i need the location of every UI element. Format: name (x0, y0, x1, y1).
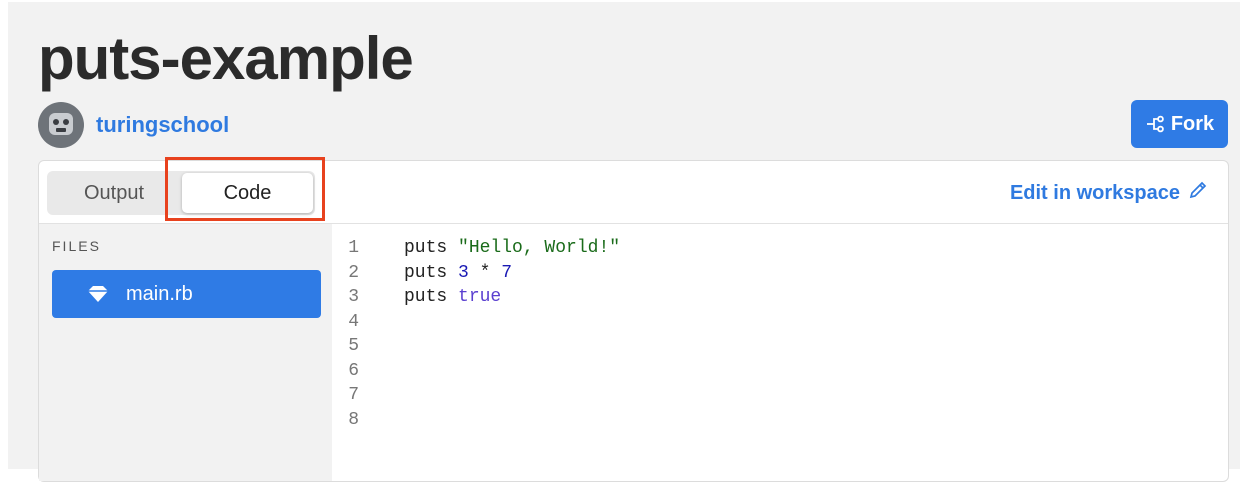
avatar[interactable] (38, 102, 84, 148)
file-sidebar: FILES main.rb (39, 224, 332, 481)
code-token: puts (404, 287, 459, 307)
line-number: 6 (348, 360, 359, 381)
files-heading: FILES (52, 238, 101, 254)
code-token: puts (404, 238, 459, 258)
code-token: * (468, 262, 502, 283)
line-number: 3 (348, 287, 359, 307)
code-token: "Hello, World!" (458, 238, 621, 258)
code-line: 6 (332, 359, 404, 383)
line-number: 4 (348, 311, 359, 332)
code-line: 5 (332, 334, 404, 358)
line-number: 7 (348, 385, 359, 405)
code-line: 1 puts "Hello, World!" (332, 236, 620, 260)
code-token: 7 (501, 262, 513, 283)
code-line: 2 puts 3 * 7 (332, 261, 512, 285)
line-number: 1 (348, 238, 359, 258)
fork-label: Fork (1170, 112, 1215, 135)
owner-link[interactable]: turingschool (96, 112, 229, 138)
code-panel: Output Code Edit in workspace FILES main… (38, 157, 1229, 482)
code-line: 8 (332, 408, 404, 432)
code-line: 4 (332, 310, 404, 334)
code-token: puts (404, 262, 459, 283)
line-number: 2 (348, 262, 359, 283)
tab-output[interactable]: Output (49, 173, 179, 213)
file-name: main.rb (126, 282, 193, 305)
code-token: true (458, 287, 502, 307)
code-line: 7 (332, 383, 404, 407)
robot-icon (49, 113, 73, 135)
pencil-icon (1188, 180, 1208, 206)
file-item-main-rb[interactable]: main.rb (52, 270, 321, 318)
page: puts-example turingschool Fork Output Co… (8, 2, 1240, 482)
line-number: 5 (348, 336, 359, 356)
code-line: 3 puts true (332, 285, 501, 309)
line-number: 8 (348, 409, 359, 430)
edit-label: Edit in workspace (1009, 181, 1180, 204)
edit-in-workspace-link[interactable]: Edit in workspace (1010, 180, 1208, 206)
fork-button[interactable]: Fork (1131, 100, 1228, 148)
code-editor[interactable]: 1 puts "Hello, World!" 2 puts 3 * 7 3 puts tr… (332, 224, 1228, 481)
ruby-icon (88, 286, 108, 302)
page-title: puts-example (38, 25, 414, 92)
tab-bar: Output Code Edit in workspace (39, 157, 1228, 224)
view-switcher: Output Code (47, 171, 315, 215)
code-token: 3 (458, 262, 469, 283)
fork-icon (1145, 114, 1165, 134)
tab-code[interactable]: Code (182, 173, 313, 213)
